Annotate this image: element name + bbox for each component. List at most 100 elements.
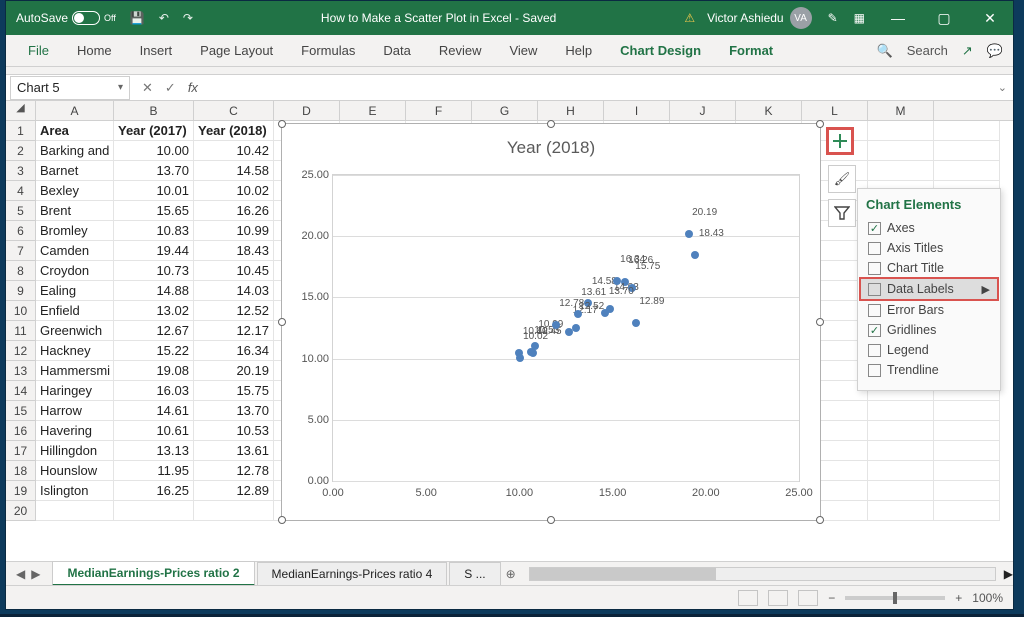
formula-expand-icon[interactable]: ⌄ — [998, 81, 1007, 94]
cell[interactable] — [934, 441, 1000, 461]
data-point[interactable] — [632, 319, 640, 327]
cell[interactable]: 11.95 — [114, 461, 194, 481]
cell[interactable] — [868, 141, 934, 161]
col-E[interactable]: E — [340, 101, 406, 120]
cell[interactable]: Bromley — [36, 221, 114, 241]
submenu-arrow-icon[interactable]: ▶ — [982, 283, 990, 296]
data-label[interactable]: 20.19 — [692, 207, 717, 218]
cell[interactable] — [114, 501, 194, 521]
cell[interactable]: 10.00 — [114, 141, 194, 161]
cell[interactable]: 13.70 — [114, 161, 194, 181]
save-icon[interactable]: 💾 — [130, 11, 145, 25]
cell[interactable] — [934, 501, 1000, 521]
cell[interactable]: Year (2018) — [194, 121, 274, 141]
cell[interactable]: 19.44 — [114, 241, 194, 261]
checkbox[interactable] — [868, 262, 881, 275]
comments-icon[interactable]: 💬 — [987, 43, 1003, 59]
tab-review[interactable]: Review — [427, 37, 494, 64]
formula-input[interactable] — [206, 77, 998, 99]
account-area[interactable]: ⚠ Victor Ashiedu VA ✎ ▦ — [684, 7, 865, 29]
cell[interactable]: 18.43 — [194, 241, 274, 261]
cell[interactable]: 10.01 — [114, 181, 194, 201]
checkbox[interactable] — [868, 304, 881, 317]
tab-format[interactable]: Format — [717, 37, 785, 64]
data-label[interactable]: 13.70 — [609, 286, 634, 297]
chart-element-option[interactable]: Legend — [866, 340, 992, 360]
row-header[interactable]: 19 — [6, 481, 36, 501]
data-label[interactable]: 15.75 — [635, 261, 660, 272]
tab-file[interactable]: File — [16, 37, 61, 64]
data-point[interactable] — [516, 354, 524, 362]
cell[interactable]: Brent — [36, 201, 114, 221]
zoom-in-icon[interactable]: + — [955, 591, 962, 605]
row-header[interactable]: 8 — [6, 261, 36, 281]
chart-elements-flyout[interactable]: Chart Elements ✓AxesAxis TitlesChart Tit… — [857, 188, 1001, 391]
data-point[interactable] — [552, 321, 560, 329]
row-header[interactable]: 1 — [6, 121, 36, 141]
chart-styles-button[interactable]: 🖌 — [828, 165, 856, 193]
cell[interactable]: 10.53 — [194, 421, 274, 441]
close-button[interactable]: ✕ — [967, 1, 1013, 35]
scroll-right-icon[interactable]: ▶ — [1004, 567, 1013, 581]
cell[interactable] — [934, 421, 1000, 441]
checkbox[interactable] — [868, 283, 881, 296]
cell[interactable]: Hillingdon — [36, 441, 114, 461]
pagebreak-view-button[interactable] — [798, 590, 818, 606]
row-header[interactable]: 10 — [6, 301, 36, 321]
data-label[interactable]: 13.61 — [581, 287, 606, 298]
row-header[interactable]: 5 — [6, 201, 36, 221]
col-I[interactable]: I — [604, 101, 670, 120]
cell[interactable]: 14.61 — [114, 401, 194, 421]
sheet-nav-prev-icon[interactable]: ◀ — [16, 567, 25, 581]
checkbox[interactable] — [868, 344, 881, 357]
row-header[interactable]: 3 — [6, 161, 36, 181]
redo-icon[interactable]: ↷ — [183, 11, 193, 25]
chart-object[interactable]: Year (2018) 0.005.0010.0015.0020.0025.00… — [281, 123, 821, 521]
cell[interactable]: Harrow — [36, 401, 114, 421]
tab-page-layout[interactable]: Page Layout — [188, 37, 285, 64]
cell[interactable]: 13.02 — [114, 301, 194, 321]
cell[interactable]: Hounslow — [36, 461, 114, 481]
sheet-nav-next-icon[interactable]: ▶ — [31, 567, 40, 581]
cell[interactable] — [194, 501, 274, 521]
sheet-tab-2[interactable]: MedianEarnings-Prices ratio 4 — [257, 562, 448, 585]
search-label[interactable]: Search — [907, 43, 948, 58]
cell[interactable]: 14.88 — [114, 281, 194, 301]
chart-element-option[interactable]: Chart Title — [866, 258, 992, 278]
chart-element-option[interactable]: Axis Titles — [866, 238, 992, 258]
cell[interactable] — [934, 141, 1000, 161]
chart-element-option[interactable]: Data Labels▶ — [861, 279, 997, 299]
cell[interactable]: 12.78 — [194, 461, 274, 481]
tab-formulas[interactable]: Formulas — [289, 37, 367, 64]
col-B[interactable]: B — [114, 101, 194, 120]
cell[interactable]: 10.83 — [114, 221, 194, 241]
cell[interactable]: 15.65 — [114, 201, 194, 221]
checkbox[interactable] — [868, 242, 881, 255]
new-sheet-button[interactable]: ⊕ — [501, 567, 521, 581]
horizontal-scrollbar[interactable] — [529, 567, 996, 581]
cell[interactable] — [934, 121, 1000, 141]
cancel-icon[interactable]: ✕ — [142, 80, 153, 96]
row-header[interactable]: 11 — [6, 321, 36, 341]
cell[interactable] — [868, 441, 934, 461]
chart-element-option[interactable]: ✓Axes — [866, 218, 992, 238]
cell[interactable] — [868, 121, 934, 141]
chart-element-option[interactable]: Error Bars — [866, 300, 992, 320]
col-M[interactable]: M — [868, 101, 934, 120]
cell[interactable]: Hammersmi — [36, 361, 114, 381]
row-header[interactable]: 17 — [6, 441, 36, 461]
sheet-tab-active[interactable]: MedianEarnings-Prices ratio 2 — [52, 561, 254, 586]
cell[interactable]: 16.25 — [114, 481, 194, 501]
fx-icon[interactable]: fx — [188, 80, 198, 96]
cell[interactable]: 16.03 — [114, 381, 194, 401]
tab-help[interactable]: Help — [553, 37, 604, 64]
undo-icon[interactable]: ↶ — [159, 11, 169, 25]
cell[interactable]: 13.13 — [114, 441, 194, 461]
cell[interactable] — [868, 501, 934, 521]
data-point[interactable] — [685, 230, 693, 238]
data-point[interactable] — [613, 277, 621, 285]
col-J[interactable]: J — [670, 101, 736, 120]
col-F[interactable]: F — [406, 101, 472, 120]
cell[interactable] — [868, 401, 934, 421]
row-header[interactable]: 15 — [6, 401, 36, 421]
